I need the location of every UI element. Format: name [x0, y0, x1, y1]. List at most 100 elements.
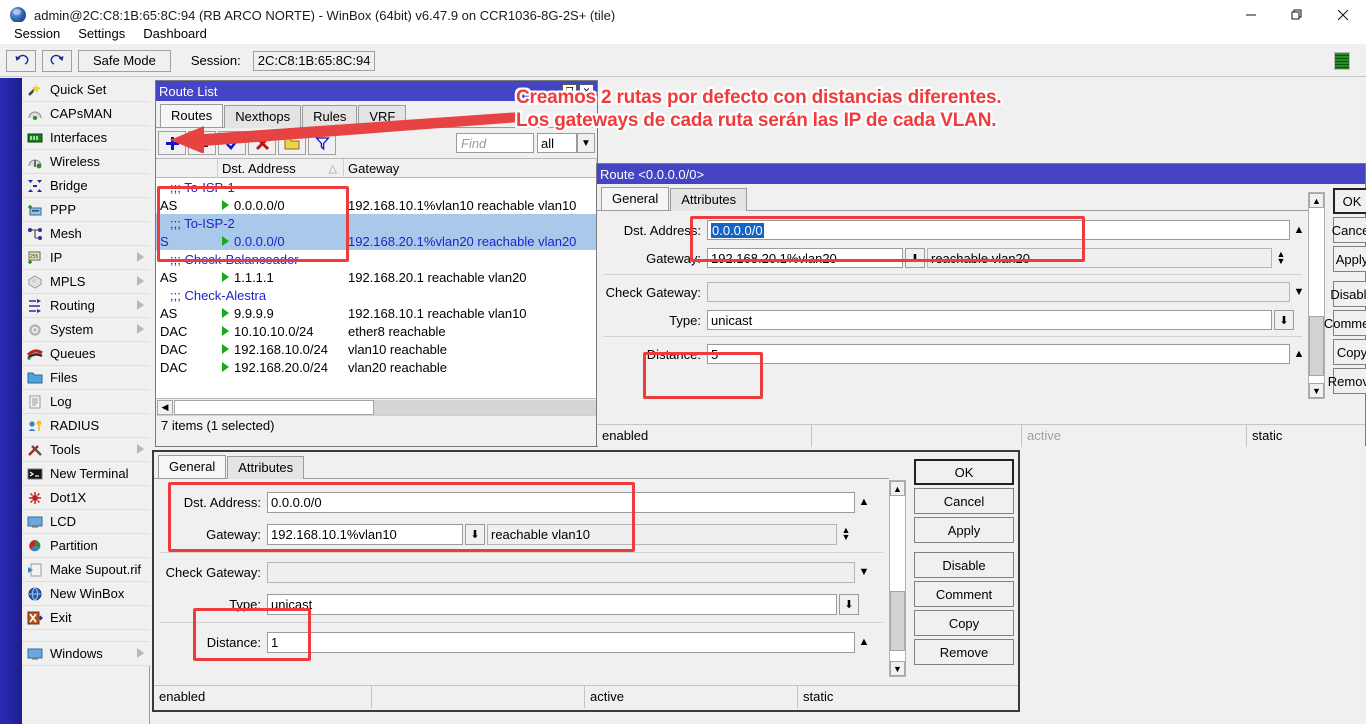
sidebar-item-files[interactable]: Files — [22, 366, 150, 390]
find-input[interactable]: Find — [456, 133, 534, 153]
tab-attributes-top[interactable]: Attributes — [670, 188, 747, 211]
vscroll-track-top[interactable] — [1309, 208, 1324, 383]
check-gateway-dropdown-icon-bottom[interactable]: ▼ — [855, 566, 873, 578]
sidebar-item-partition[interactable]: Partition — [22, 534, 150, 558]
route-table-row[interactable]: DAC192.168.10.0/24vlan10 reachable — [156, 340, 597, 358]
disable-button[interactable] — [248, 131, 276, 155]
disable-button-bottom[interactable]: Disable — [914, 552, 1014, 578]
column-dst-address[interactable]: Dst. Address △ — [218, 159, 344, 178]
sidebar-item-system[interactable]: System — [22, 318, 150, 342]
dst-address-input-top[interactable]: 0.0.0.0/0 — [707, 220, 1290, 240]
route-table-row[interactable]: DAC192.168.20.0/24vlan20 reachable — [156, 358, 597, 376]
ok-button-top[interactable]: OK — [1333, 188, 1366, 214]
comment-button-bottom[interactable]: Comment — [914, 581, 1014, 607]
column-flags[interactable] — [156, 159, 218, 178]
remove-button-bottom[interactable]: Remove — [914, 639, 1014, 665]
dst-address-spinner-bottom[interactable]: ▲ — [855, 496, 873, 508]
vscroll-down-icon-top[interactable]: ▼ — [1309, 383, 1324, 398]
type-input-top[interactable]: unicast — [707, 310, 1272, 330]
ok-button-bottom[interactable]: OK — [914, 459, 1014, 485]
sidebar-item-make-supout-rif[interactable]: Make Supout.rif — [22, 558, 150, 582]
sidebar-item-ppp[interactable]: PPP — [22, 198, 150, 222]
vscroll-down-icon-bottom[interactable]: ▼ — [890, 661, 905, 676]
tab-vrf[interactable]: VRF — [358, 105, 406, 128]
route-table-row[interactable]: AS1.1.1.1192.168.20.1 reachable vlan20 — [156, 268, 597, 286]
sidebar-item-bridge[interactable]: Bridge — [22, 174, 150, 198]
tab-rules[interactable]: Rules — [302, 105, 357, 128]
gateway-dropdown-icon-top[interactable]: ⬇ — [905, 248, 925, 268]
distance-spinner-top[interactable]: ▲ — [1290, 348, 1308, 360]
distance-input-bottom[interactable]: 1 — [267, 632, 855, 653]
sidebar-item-queues[interactable]: Queues — [22, 342, 150, 366]
sidebar-item-mpls[interactable]: MPLS — [22, 270, 150, 294]
cancel-button-bottom[interactable]: Cancel — [914, 488, 1014, 514]
check-gateway-input-top[interactable] — [707, 282, 1290, 302]
sidebar-item-exit[interactable]: Exit — [22, 606, 150, 630]
sidebar-item-log[interactable]: Log — [22, 390, 150, 414]
gateway-dropdown-icon-bottom[interactable]: ⬇ — [465, 524, 485, 545]
tab-routes[interactable]: Routes — [160, 104, 223, 127]
vscroll-track-bottom[interactable] — [890, 496, 905, 661]
copy-button-top[interactable]: Copy — [1333, 339, 1366, 365]
cancel-button-top[interactable]: Cancel — [1333, 217, 1366, 243]
route-table-row[interactable]: S0.0.0.0/0192.168.20.1%vlan20 reachable … — [156, 232, 597, 250]
distance-spinner-bottom[interactable]: ▲ — [855, 636, 873, 648]
sidebar-item-interfaces[interactable]: Interfaces — [22, 126, 150, 150]
disable-button-top[interactable]: Disable — [1333, 281, 1366, 307]
copy-button-bottom[interactable]: Copy — [914, 610, 1014, 636]
type-dropdown-icon-top[interactable]: ⬇ — [1274, 310, 1294, 330]
vscroll-up-icon-bottom[interactable]: ▲ — [890, 481, 905, 496]
tab-general-bottom[interactable]: General — [158, 455, 226, 478]
dst-address-spinner-top[interactable]: ▲ — [1290, 224, 1308, 236]
tab-general-top[interactable]: General — [601, 187, 669, 210]
sidebar-item-mesh[interactable]: Mesh — [22, 222, 150, 246]
tab-attributes-bottom[interactable]: Attributes — [227, 456, 304, 479]
gateway-spinner-top[interactable]: ▲▼ — [1272, 251, 1290, 265]
apply-button-top[interactable]: Apply — [1333, 246, 1366, 272]
route-table-row[interactable]: DAC10.10.10.0/24ether8 reachable — [156, 322, 597, 340]
type-dropdown-icon-bottom[interactable]: ⬇ — [839, 594, 859, 615]
check-gateway-dropdown-icon-top[interactable]: ▼ — [1290, 286, 1308, 298]
sidebar-item-routing[interactable]: Routing — [22, 294, 150, 318]
column-gateway[interactable]: Gateway — [344, 159, 597, 178]
route-table-hscrollbar[interactable]: ◀ — [156, 398, 597, 415]
gateway-input-bottom[interactable]: 192.168.10.1%vlan10 — [267, 524, 463, 545]
vscroll-thumb-bottom[interactable] — [890, 591, 905, 651]
add-button[interactable] — [158, 131, 186, 155]
sidebar-item-ip[interactable]: 255IP — [22, 246, 150, 270]
menu-session[interactable]: Session — [6, 24, 68, 43]
dst-address-input-bottom[interactable]: 0.0.0.0/0 — [267, 492, 855, 513]
route-comment-row[interactable]: ;;; To-ISP-1 — [156, 178, 597, 196]
sidebar-item-quick-set[interactable]: Quick Set — [22, 78, 150, 102]
distance-input-top[interactable]: 5 — [707, 344, 1290, 364]
sidebar-item-new-winbox[interactable]: New WinBox — [22, 582, 150, 606]
comment-button-top[interactable]: Comment — [1333, 310, 1366, 336]
sidebar-item-tools[interactable]: Tools — [22, 438, 150, 462]
sidebar-item-capsman[interactable]: CAPsMAN — [22, 102, 150, 126]
sidebar-item-lcd[interactable]: LCD — [22, 510, 150, 534]
route-table-row[interactable]: AS0.0.0.0/0192.168.10.1%vlan10 reachable… — [156, 196, 597, 214]
sidebar-item-windows[interactable]: Windows — [22, 642, 150, 666]
enable-button[interactable] — [218, 131, 246, 155]
filter-button[interactable] — [308, 131, 336, 155]
undo-icon[interactable] — [6, 50, 36, 72]
gateway-input-top[interactable]: 192.168.20.1%vlan20 — [707, 248, 903, 268]
route-comment-row[interactable]: ;;; Check-Balanceador — [156, 250, 597, 268]
chevron-down-icon[interactable]: ▼ — [577, 133, 595, 153]
remove-button-top[interactable]: Remove — [1333, 368, 1366, 394]
session-value[interactable]: 2C:C8:1B:65:8C:94 — [253, 51, 376, 71]
safe-mode-button[interactable]: Safe Mode — [78, 50, 171, 72]
route-dialog-bottom-vscrollbar[interactable]: ▲ ▼ — [889, 480, 906, 677]
menu-dashboard[interactable]: Dashboard — [135, 24, 215, 43]
hscroll-left-icon[interactable]: ◀ — [157, 400, 173, 415]
filter-select[interactable]: all — [537, 133, 577, 153]
route-comment-row[interactable]: ;;; To-ISP-2 — [156, 214, 597, 232]
sidebar-item-radius[interactable]: RADIUS — [22, 414, 150, 438]
hscroll-track[interactable] — [374, 400, 597, 415]
type-input-bottom[interactable]: unicast — [267, 594, 837, 615]
route-dialog-top-vscrollbar[interactable]: ▲ ▼ — [1308, 192, 1325, 399]
sidebar-item-wireless[interactable]: Wireless — [22, 150, 150, 174]
hscroll-thumb[interactable] — [174, 400, 374, 415]
vscroll-thumb-top[interactable] — [1309, 316, 1324, 376]
vscroll-up-icon-top[interactable]: ▲ — [1309, 193, 1324, 208]
